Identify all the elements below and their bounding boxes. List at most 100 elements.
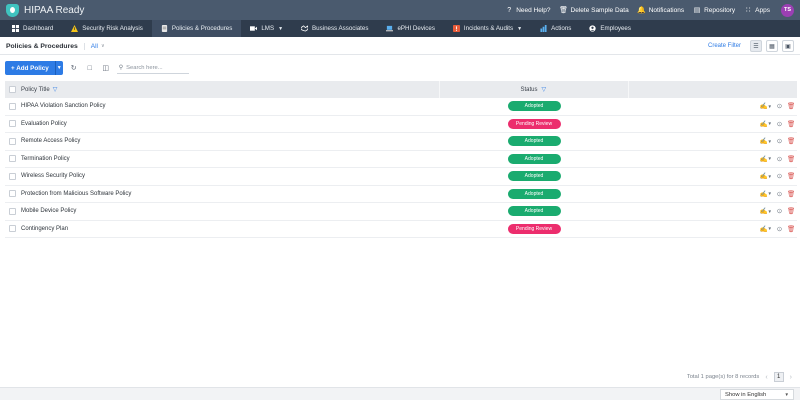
delete-icon[interactable]: 🗑 [787,190,795,198]
view-icon[interactable]: ⊙ [776,225,783,233]
view-icon[interactable]: ⊙ [776,155,783,163]
table-row[interactable]: Remote Access Policy Adopted ✍ ▼ ⊙ 🗑 [5,133,797,151]
table-row[interactable]: HIPAA Violation Sanction Policy Adopted ✍ ▼… [5,98,797,116]
adopt-icon[interactable]: ✍ [760,155,768,163]
view-icon[interactable]: ⊙ [776,172,783,180]
calendar-icon: ▦ [769,43,775,50]
adopt-icon[interactable]: ✍ [760,225,768,233]
nav-label-lms: LMS [261,25,275,32]
chevron-down-icon[interactable]: ▼ [768,156,772,161]
need-help-link[interactable]: ? Need Help? [505,6,550,14]
row-checkbox[interactable] [8,207,16,215]
nav-item-ephi-devices[interactable]: ePHI Devices [377,20,443,37]
adopt-icon[interactable]: ✍ [760,207,768,215]
chevron-down-icon[interactable]: ▼ [768,121,772,126]
delete-icon[interactable]: 🗑 [787,207,795,215]
nav-item-policies-procedures[interactable]: Policies & Procedures [151,20,242,37]
add-policy-dropdown[interactable]: ▼ [54,61,63,75]
nav-label-ephi-devices: ePHI Devices [397,25,435,32]
delete-icon[interactable]: 🗑 [787,172,795,180]
image-view-button[interactable]: ▣ [782,40,794,52]
row-checkbox[interactable] [8,225,16,233]
delete-icon[interactable]: 🗑 [787,155,795,163]
nav-item-dashboard[interactable]: Dashboard [3,20,62,37]
adopt-icon[interactable]: ✍ [760,137,768,145]
nav-item-incidents-audits[interactable]: Incidents & Audits ▼ [444,20,531,37]
next-page-icon[interactable]: › [790,374,792,381]
filter-icon[interactable]: ▽ [542,87,548,93]
row-checkbox[interactable] [8,155,16,163]
chevron-down-icon[interactable]: ▼ [768,191,772,196]
row-checkbox[interactable] [8,102,16,110]
top-bar-actions: ? Need Help? 🗑 Delete Sample Data 🔔 Noti… [505,3,794,17]
delete-icon[interactable]: 🗑 [787,120,795,128]
nav-item-employees[interactable]: Employees [580,20,640,37]
lock-icon[interactable]: □ [85,63,95,73]
chevron-down-icon[interactable]: ▼ [768,226,772,231]
view-icon[interactable]: ⊙ [776,120,783,128]
row-checkbox[interactable] [8,190,16,198]
adopt-icon[interactable]: ✍ [760,172,768,180]
delete-icon[interactable]: 🗑 [787,102,795,110]
policy-title[interactable]: Contingency Plan [19,226,439,232]
view-controls: Create Filter ☰ ▦ ▣ [708,40,794,52]
view-icon[interactable]: ⊙ [776,207,783,215]
policy-title[interactable]: Evaluation Policy [19,121,439,127]
nav-item-actions[interactable]: Actions [531,20,580,37]
view-icon[interactable]: ⊙ [776,137,783,145]
list-view-button[interactable]: ☰ [750,40,762,52]
table-row[interactable]: Mobile Device Policy Adopted ✍ ▼ ⊙ 🗑 [5,203,797,221]
nav-item-lms[interactable]: LMS ▼ [241,20,292,37]
add-policy-button[interactable]: + Add Policy ▼ [5,61,63,75]
table-row[interactable]: Protection from Malicious Software Polic… [5,186,797,203]
view-icon[interactable]: ⊙ [776,102,783,110]
nav-item-business-associates[interactable]: Business Associates [292,20,377,37]
column-header-status[interactable]: Status ▽ [439,81,629,98]
policy-title[interactable]: Protection from Malicious Software Polic… [19,191,439,197]
view-icon[interactable]: ⊙ [776,190,783,198]
select-all-checkbox[interactable] [8,86,16,93]
policy-title[interactable]: Remote Access Policy [19,138,439,144]
row-checkbox[interactable] [8,137,16,145]
chevron-down-icon[interactable]: ▼ [768,104,772,109]
column-header-title[interactable]: Policy Title ▽ [19,87,439,93]
nav-item-security-risk-analysis[interactable]: Security Risk Analysis [62,20,152,37]
table-row[interactable]: Wireless Security Policy Adopted ✍ ▼ ⊙ 🗑 [5,168,797,186]
create-filter-link[interactable]: Create Filter [708,43,741,49]
delete-icon[interactable]: 🗑 [787,137,795,145]
policy-title[interactable]: Mobile Device Policy [19,208,439,214]
page-number-button[interactable]: 1 [773,372,784,382]
columns-icon[interactable]: ◫ [101,63,111,73]
notifications-link[interactable]: 🔔 Notifications [637,6,684,15]
refresh-icon[interactable]: ↻ [69,63,79,73]
table-row[interactable]: Termination Policy Adopted ✍ ▼ ⊙ 🗑 [5,151,797,168]
calendar-view-button[interactable]: ▦ [766,40,778,52]
table-row[interactable]: Evaluation Policy Pending Review ✍ ▼ ⊙ 🗑 [5,116,797,133]
apps-link[interactable]: ∷ Apps [744,6,770,15]
prev-page-icon[interactable]: ‹ [765,374,767,381]
chevron-down-icon[interactable]: ▼ [768,174,772,179]
delete-sample-data-link[interactable]: 🗑 Delete Sample Data [559,6,629,15]
search-input[interactable] [126,64,187,71]
adopt-icon[interactable]: ✍ [760,120,768,128]
image-icon: ▣ [785,43,791,50]
adopt-icon[interactable]: ✍ [760,190,768,198]
language-select[interactable]: Show in English ▼ [720,389,794,400]
user-avatar[interactable]: TS [781,3,794,17]
nav-label-policies-procedures: Policies & Procedures [171,25,233,32]
table-row[interactable]: Contingency Plan Pending Review ✍ ▼ ⊙ 🗑 [5,221,797,238]
repository-link[interactable]: ▤ Repository [693,6,735,15]
row-checkbox[interactable] [8,172,16,180]
delete-icon[interactable]: 🗑 [787,225,795,233]
chevron-down-icon[interactable]: ▼ [768,139,772,144]
toolbar: + Add Policy ▼ ↻ □ ◫ ⚲ [0,60,800,76]
filter-icon[interactable]: ▽ [53,87,59,93]
filter-select[interactable]: All ∨ [83,42,105,50]
policy-title[interactable]: HIPAA Violation Sanction Policy [19,103,439,109]
policy-title[interactable]: Wireless Security Policy [19,173,439,179]
chevron-down-icon[interactable]: ▼ [768,209,772,214]
adopt-icon[interactable]: ✍ [760,102,768,110]
policy-title[interactable]: Termination Policy [19,156,439,162]
list-icon: ☰ [753,43,759,50]
row-checkbox[interactable] [8,120,16,128]
